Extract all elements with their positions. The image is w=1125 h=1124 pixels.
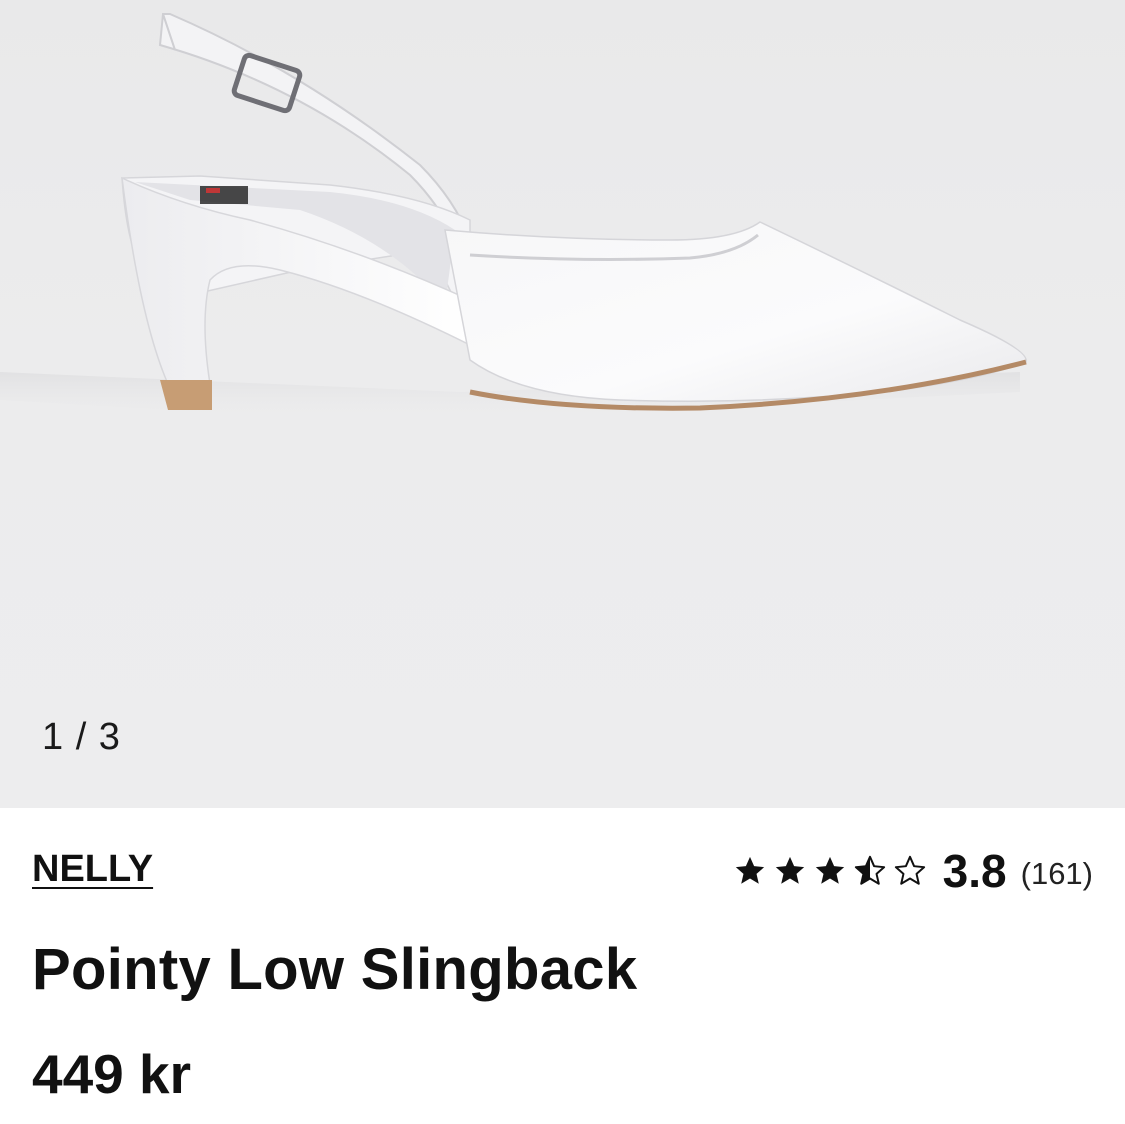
product-image-gallery[interactable]: 1 / 3: [0, 0, 1125, 808]
product-info: NELLY 3.8 (161) Pointy Low Slingback 449…: [0, 808, 1125, 1124]
image-counter: 1 / 3: [42, 716, 121, 758]
product-image[interactable]: [0, 0, 1125, 808]
rating-count: (161): [1020, 856, 1093, 891]
star-half-icon: [854, 855, 885, 885]
product-price: 449 kr: [32, 1043, 192, 1105]
rating-value: 3.8: [942, 845, 1007, 897]
star-filled-icon: [815, 856, 844, 884]
star-filled-icon: [775, 856, 804, 884]
rating-stars: [727, 854, 927, 888]
product-title: Pointy Low Slingback: [32, 937, 638, 1002]
star-filled-icon: [735, 856, 764, 884]
brand-link[interactable]: NELLY: [32, 848, 153, 891]
rating-summary[interactable]: 3.8 (161): [727, 844, 1093, 898]
star-empty-icon: [894, 855, 925, 885]
